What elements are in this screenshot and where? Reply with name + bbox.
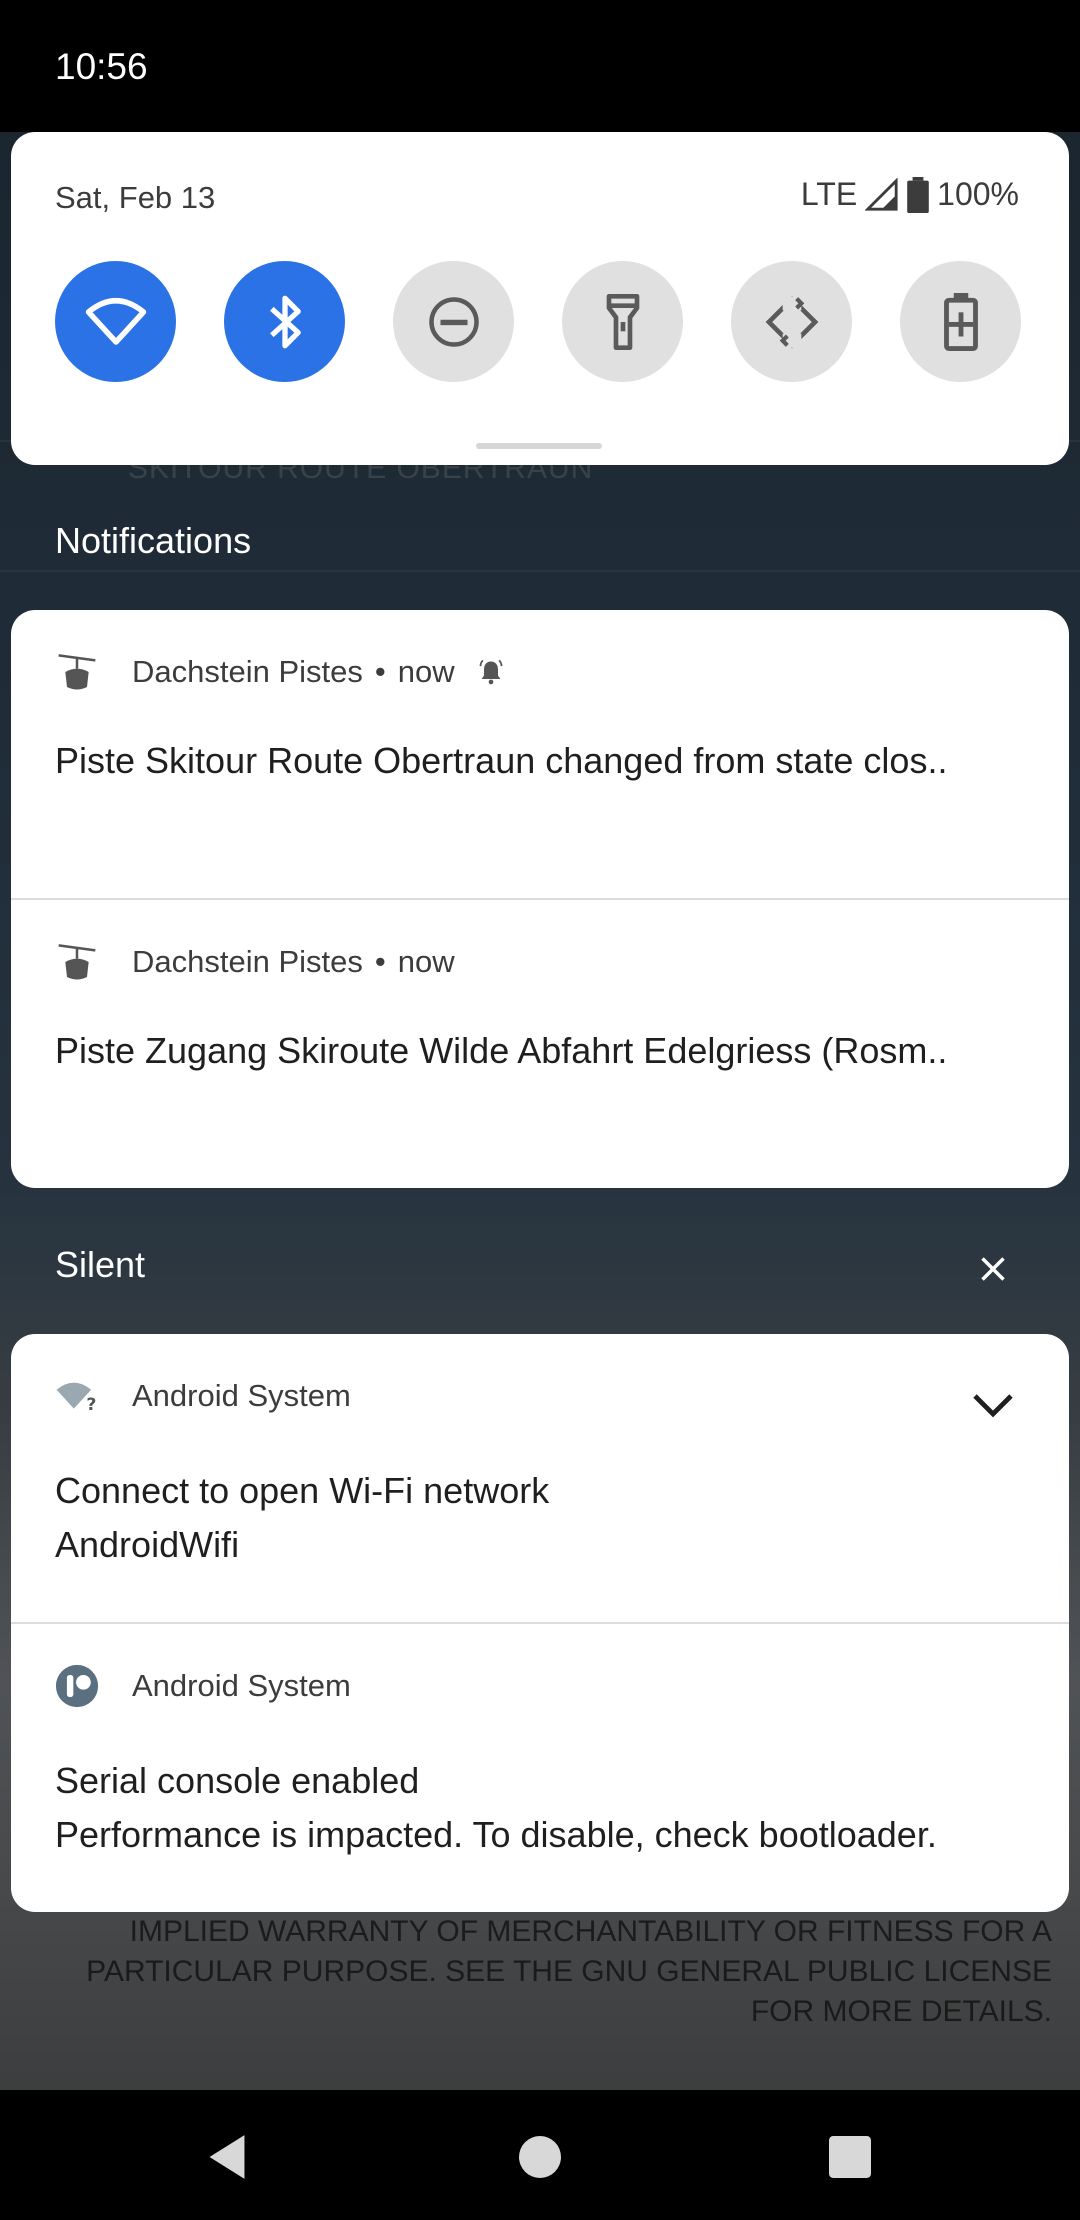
status-time: 10:56 xyxy=(55,46,148,87)
cable-car-icon xyxy=(55,940,99,984)
notification-header: Dachstein Pistes • now xyxy=(55,650,505,694)
recents-icon xyxy=(829,2136,871,2178)
rotate-tile[interactable] xyxy=(731,261,852,382)
alert-bell-icon xyxy=(477,658,505,686)
notification-text: Piste Zugang Skiroute Wilde Abfahrt Edel… xyxy=(55,1030,948,1071)
status-bar: 10:56 xyxy=(0,0,1080,132)
serial-console-icon xyxy=(55,1664,99,1708)
recents-button[interactable] xyxy=(823,2130,877,2184)
back-button[interactable] xyxy=(200,2130,254,2184)
notification-text: Piste Skitour Route Obertraun changed fr… xyxy=(55,740,948,781)
wifi-question-icon: ? xyxy=(55,1374,99,1418)
dnd-icon xyxy=(428,296,479,347)
notification-title: Serial console enabled xyxy=(55,1760,420,1801)
wifi-tile[interactable] xyxy=(55,261,176,382)
qs-status-icons: LTE 100% xyxy=(801,176,1019,213)
notification-app-name: Android System xyxy=(132,1668,351,1703)
battery-saver-tile[interactable] xyxy=(900,261,1021,382)
qs-date[interactable]: Sat, Feb 13 xyxy=(55,180,215,216)
notification-text: AndroidWifi xyxy=(55,1524,240,1565)
bluetooth-icon xyxy=(269,295,301,348)
signal-icon xyxy=(865,177,898,211)
notification-header: Android System xyxy=(55,1664,351,1708)
qs-drag-handle[interactable] xyxy=(476,443,602,449)
silent-header: Silent xyxy=(55,1244,146,1285)
alerting-notifications-card: Dachstein Pistes • now Piste Skitour Rou… xyxy=(11,610,1069,1188)
wifi-icon xyxy=(85,297,146,345)
clear-silent-button[interactable] xyxy=(972,1248,1014,1290)
notification-header: ? Android System xyxy=(55,1374,351,1418)
expand-button[interactable] xyxy=(969,1380,1017,1428)
close-icon xyxy=(981,1257,1005,1281)
cable-car-icon xyxy=(55,650,99,694)
network-type: LTE xyxy=(800,176,858,212)
notification-app-name: Android System xyxy=(132,1378,351,1413)
battery-percent: 100% xyxy=(937,176,1019,212)
navigation-bar xyxy=(0,2090,1080,2220)
notification-header: Dachstein Pistes • now xyxy=(55,940,455,984)
bluetooth-tile[interactable] xyxy=(224,261,345,382)
silent-notifications-card: ? Android System Connect to open Wi-Fi n… xyxy=(11,1334,1069,1912)
dnd-tile[interactable] xyxy=(393,261,514,382)
flashlight-tile[interactable] xyxy=(562,261,683,382)
notification-text: Performance is impacted. To disable, che… xyxy=(55,1814,937,1855)
chevron-down-icon xyxy=(973,1394,1013,1418)
back-icon xyxy=(209,2135,245,2179)
battery-icon xyxy=(907,176,929,213)
quick-settings-panel: Sat, Feb 13 LTE 100% xyxy=(11,132,1069,465)
notification-item[interactable]: Dachstein Pistes • now Piste Zugang Skir… xyxy=(11,898,1069,1188)
notification-item[interactable]: Dachstein Pistes • now Piste Skitour Rou… xyxy=(11,610,1069,898)
rotate-icon xyxy=(765,295,818,348)
notification-app-name: Dachstein Pistes xyxy=(132,944,363,979)
notification-item[interactable]: ? Android System Connect to open Wi-Fi n… xyxy=(11,1334,1069,1622)
home-button[interactable] xyxy=(513,2130,567,2184)
notification-app-name: Dachstein Pistes xyxy=(132,654,363,689)
notification-item[interactable]: Android System Serial console enabled Pe… xyxy=(11,1622,1069,1912)
notification-time: now xyxy=(397,944,455,979)
battery-saver-icon xyxy=(943,292,978,351)
notification-time: now xyxy=(397,654,455,689)
home-icon xyxy=(519,2136,561,2178)
svg-text:?: ? xyxy=(86,1395,96,1414)
notification-title: Connect to open Wi-Fi network xyxy=(55,1470,550,1511)
flashlight-icon xyxy=(606,293,639,350)
notifications-header: Notifications xyxy=(55,520,252,561)
